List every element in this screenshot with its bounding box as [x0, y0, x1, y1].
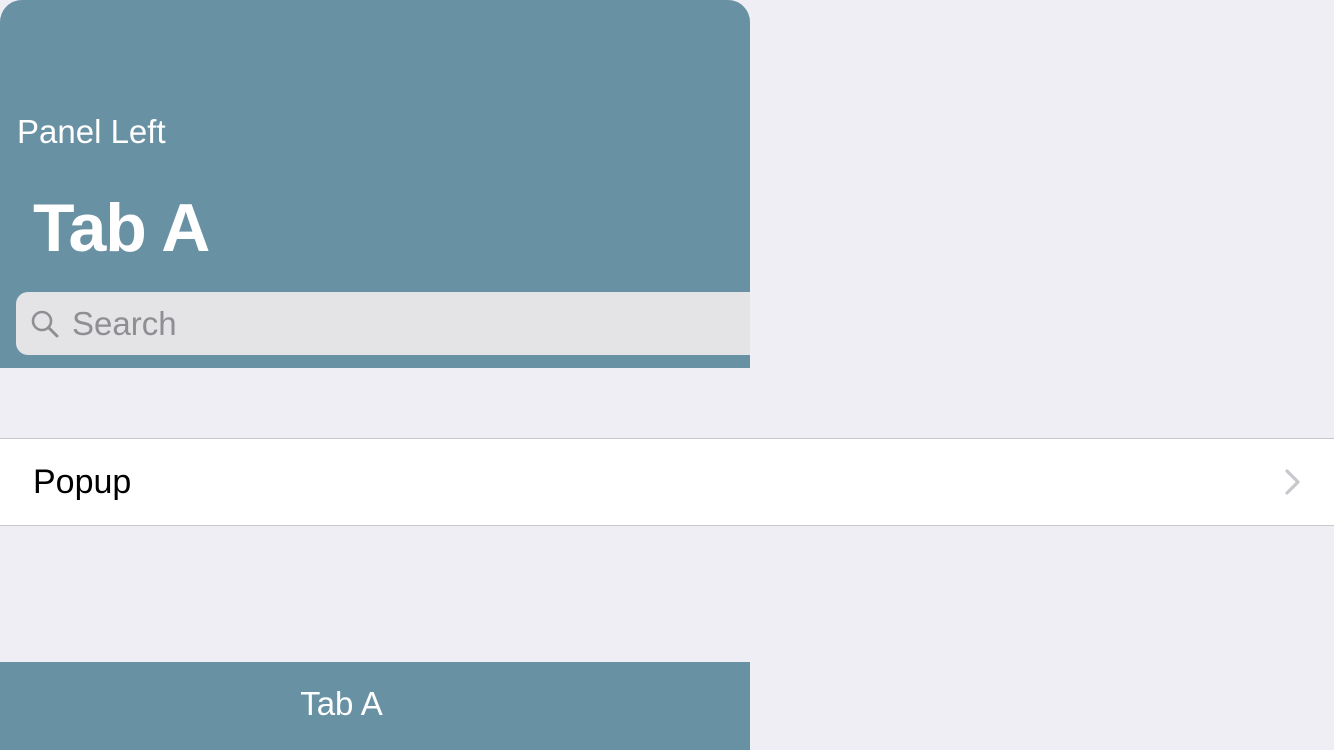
tab-label: Tab A: [300, 685, 383, 722]
search-input[interactable]: [72, 292, 742, 355]
list-item-label: Popup: [33, 463, 132, 501]
search-icon: [31, 310, 59, 338]
tab-a[interactable]: Tab A: [0, 662, 683, 750]
tab-bar: Tab A: [0, 662, 750, 750]
page-title: Tab A: [33, 190, 210, 266]
chevron-right-icon: [1285, 469, 1300, 495]
list-item-popup[interactable]: Popup: [0, 438, 1334, 526]
search-bar[interactable]: [16, 292, 750, 355]
panel-left-button[interactable]: Panel Left: [17, 112, 166, 152]
header-panel: Panel Left Tab A: [0, 0, 750, 368]
